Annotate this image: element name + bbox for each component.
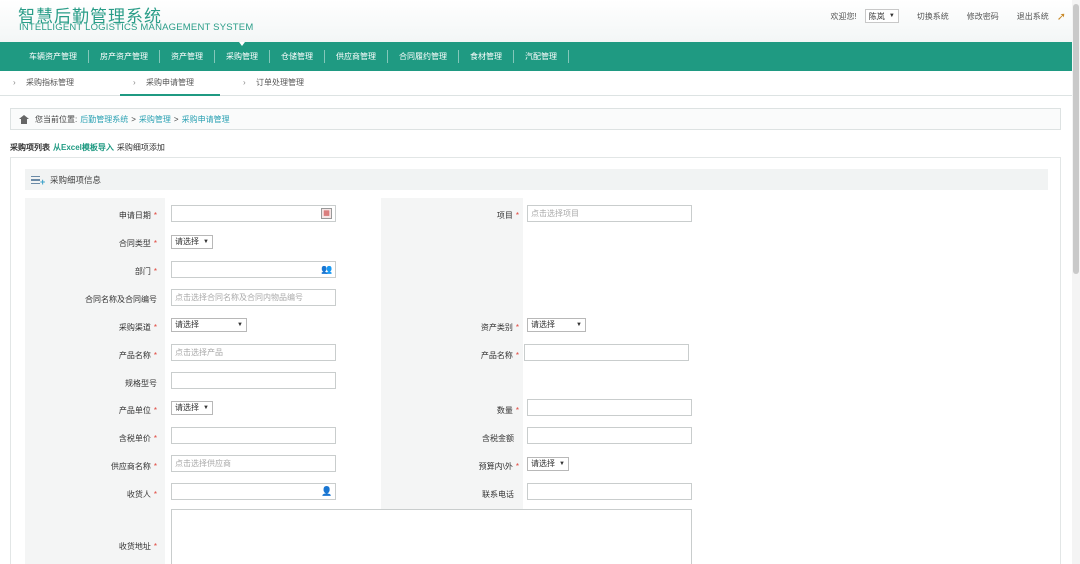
label-asset-category: 资产类别 * [480,323,519,332]
unit-price-input[interactable] [171,427,336,444]
nav-item-procurement[interactable]: 采购管理 [215,42,269,71]
subnav-label: 订单处理管理 [256,78,304,87]
sub-nav: › 采购指标管理 › 采购申请管理 › 订单处理管理 [0,71,1080,96]
product-name-input[interactable] [524,344,689,361]
consignee-input[interactable] [171,483,336,500]
apply-date-input[interactable] [171,205,336,222]
switch-system-link[interactable]: 切换系统 [917,11,949,22]
label-product-name-2: 产品名称 * [480,351,519,360]
subnav-item-indicators[interactable]: › 采购指标管理 [0,71,100,95]
contract-type-select[interactable]: 请选择 ▼ [171,235,213,249]
user-select[interactable]: 陈岚 ▼ [864,9,899,23]
breadcrumb-link-system[interactable]: 后勤管理系统 [80,114,128,125]
nav-item-contract[interactable]: 合同履约管理 [388,42,458,71]
quantity-input[interactable] [527,399,692,416]
contract-input[interactable]: 点击选择合同名称及合同内物品编号 [171,289,336,306]
amount-input[interactable] [527,427,692,444]
scrollbar-thumb[interactable] [1073,4,1079,274]
phone-input[interactable] [527,483,692,500]
label-phone: 联系电话 [482,490,514,499]
breadcrumb-separator: > [131,114,136,124]
spec-model-input[interactable] [171,372,336,389]
chevron-down-icon: ▼ [888,13,895,19]
breadcrumb-link-applications[interactable]: 采购申请管理 [182,114,230,125]
address-textarea[interactable] [171,509,692,564]
label-contract-type: 合同类型 * [118,239,157,248]
label-project: 项目 * [496,211,519,220]
label-contract-name-no: 合同名称及合同编号 [85,295,157,304]
form-panel: + 采购细项信息 申请日期 * ▦ 项目 * 点击选择项目 合同类型 * 请选择 ▼ 部… [10,157,1061,564]
subnav-label: 采购指标管理 [26,78,74,87]
label-apply-date: 申请日期 * [118,211,157,220]
list-toolbar: 采购项列表 从Excel模板导入 采购细项添加 [10,142,165,153]
purchase-channel-select[interactable]: 请选择 ▼ [171,318,247,332]
person-icon[interactable]: 👤 [321,486,332,497]
label-quantity: 数量 * [496,406,519,415]
breadcrumb-separator: > [173,114,179,124]
person-icon[interactable]: 👥 [321,264,332,275]
label-supplier-name: 供应商名称 * [110,462,157,471]
label-unit-price: 含税单价 * [118,434,157,443]
label-consignee: 收货人 * [126,490,157,499]
breadcrumb-link-procurement[interactable]: 采购管理 [139,114,171,125]
label-address: 收货地址 * [118,542,157,551]
nav-item-auto-parts[interactable]: 汽配管理 [514,42,568,71]
label-purchase-channel: 采购渠道 * [118,323,157,332]
nav-item-food[interactable]: 食材管理 [459,42,513,71]
product-unit-select[interactable]: 请选择 ▼ [171,401,213,415]
label-product-name: 产品名称 * [118,351,157,360]
department-input[interactable] [171,261,336,278]
top-header: 智慧后勤管理系统 INTELLIGENT LOGISTICS MANAGEMEN… [0,0,1080,42]
list-add-icon: + [31,175,45,186]
app-root: 智慧后勤管理系统 INTELLIGENT LOGISTICS MANAGEMEN… [0,0,1080,564]
label-product-unit: 产品单位 * [118,406,157,415]
logout-link[interactable]: 退出系统 [1017,11,1049,22]
nav-item-property-assets[interactable]: 房产资产管理 [89,42,159,71]
system-subtitle: INTELLIGENT LOGISTICS MANAGEMENT SYSTEM [19,22,254,33]
chevron-right-icon: › [13,78,16,87]
nav-item-warehouse[interactable]: 仓储管理 [270,42,324,71]
calendar-icon[interactable]: ▦ [321,208,332,219]
supplier-input[interactable]: 点击选择供应商 [171,455,336,472]
panel-header: + 采购细项信息 [25,169,1048,190]
nav-item-assets[interactable]: 资产管理 [160,42,214,71]
main-nav: 车辆资产管理 房产资产管理 资产管理 采购管理 仓储管理 供应商管理 合同履约管… [0,42,1080,71]
breadcrumb: 您当前位置: 后勤管理系统 > 采购管理 > 采购申请管理 [10,108,1061,130]
chevron-right-icon: › [133,78,136,87]
panel-title: 采购细项信息 [50,174,102,185]
label-amount: 含税金额 [482,434,514,443]
home-icon [19,114,29,124]
nav-item-supplier[interactable]: 供应商管理 [325,42,387,71]
product-select-input[interactable]: 点击选择产品 [171,344,336,361]
label-budget: 预算内\外 * [478,462,519,471]
asset-category-select[interactable]: 请选择 ▼ [527,318,586,332]
subnav-item-orders[interactable]: › 订单处理管理 [230,71,330,95]
nav-item-vehicle-assets[interactable]: 车辆资产管理 [18,42,88,71]
chevron-right-icon: › [243,78,246,87]
user-name: 陈岚 [868,11,885,21]
page-scrollbar[interactable] [1072,0,1080,564]
add-item-link[interactable]: 采购细项添加 [117,142,165,153]
subnav-item-applications[interactable]: › 采购申请管理 [120,71,220,96]
header-user-bar: 欢迎您! 陈岚 ▼ 切换系统 修改密码 退出系统 ➚ [831,8,1066,24]
breadcrumb-label: 您当前位置: [35,114,78,124]
change-password-link[interactable]: 修改密码 [967,11,999,22]
import-excel-link[interactable]: 从Excel模板导入 [53,142,114,153]
label-spec-model: 规格型号 [125,379,157,388]
welcome-text: 欢迎您! [830,11,857,21]
subnav-label: 采购申请管理 [146,78,194,87]
project-input[interactable]: 点击选择项目 [527,205,692,222]
label-department: 部门 * [134,267,157,276]
budget-select[interactable]: 请选择 ▼ [527,457,569,471]
purchase-list-link[interactable]: 采购项列表 [10,142,50,153]
logout-icon[interactable]: ➚ [1057,10,1066,23]
nav-divider [568,50,569,63]
